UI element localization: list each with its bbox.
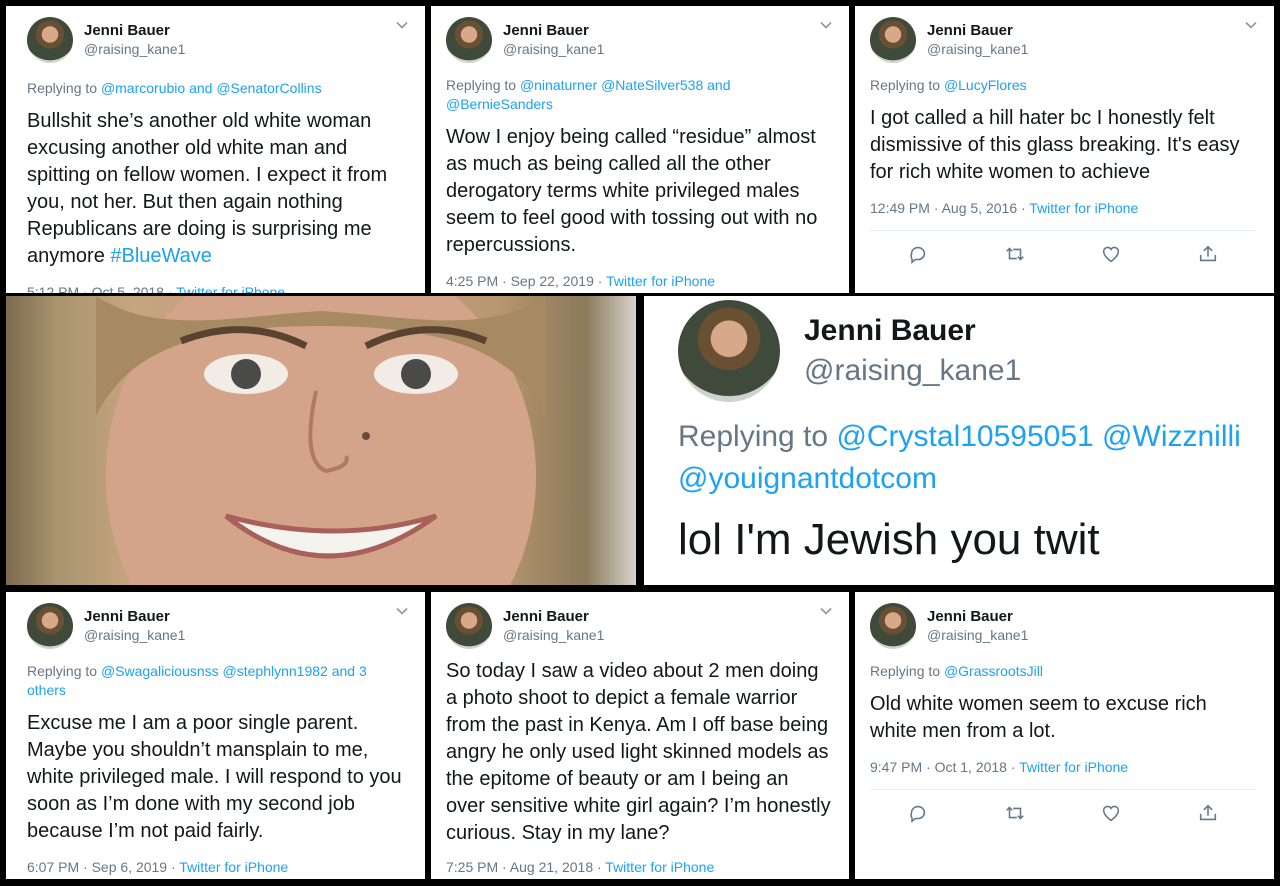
tweet-meta: 5:12 PM · Oct 5, 2018 · Twitter for iPho… [27, 284, 425, 293]
reply-mentions-line2[interactable]: @youignantdotcom [678, 458, 1274, 500]
divider [870, 789, 1256, 790]
reply-context: Replying to @ninaturner @NateSilver538 a… [446, 76, 849, 114]
author-name[interactable]: Jenni Bauer [804, 311, 1021, 351]
source-link[interactable]: Twitter for iPhone [179, 859, 288, 875]
reply-prefix: Replying to [678, 420, 829, 453]
author-name[interactable]: Jenni Bauer [84, 21, 185, 40]
tweet-header: Jenni Bauer @raising_kane1 [870, 602, 1274, 650]
reply-prefix: Replying to [870, 663, 941, 679]
timestamp[interactable]: 12:49 PM · Aug 5, 2016 · [870, 200, 1029, 216]
reply-context: Replying to @Crystal10595051 @Wizznilli … [678, 416, 1274, 500]
source-link[interactable]: Twitter for iPhone [606, 273, 715, 289]
author-name[interactable]: Jenni Bauer [84, 607, 185, 626]
tweet-card[interactable]: Jenni Bauer @raising_kane1 So today I sa… [431, 592, 849, 879]
avatar[interactable] [27, 603, 73, 649]
tweet-meta: 12:49 PM · Aug 5, 2016 · Twitter for iPh… [870, 200, 1274, 216]
tweet-header: Jenni Bauer @raising_kane1 [870, 16, 1274, 64]
timestamp[interactable]: 4:25 PM · Sep 22, 2019 · [446, 273, 606, 289]
chevron-down-icon[interactable] [819, 18, 833, 32]
avatar[interactable] [27, 17, 73, 63]
reply-prefix: Replying to [446, 77, 517, 93]
tweet-card[interactable]: Jenni Bauer @raising_kane1 Replying to @… [431, 6, 849, 293]
tweet-text: So today I saw a video about 2 men doing… [446, 660, 831, 844]
author-handle[interactable]: @raising_kane1 [804, 351, 1021, 391]
reply-prefix: Replying to [870, 77, 941, 93]
action-bar [870, 802, 1274, 824]
like-icon[interactable] [1100, 243, 1122, 265]
tweet-card[interactable]: Jenni Bauer @raising_kane1 Replying to @… [855, 6, 1274, 293]
profile-photo-closeup [6, 296, 636, 585]
tweet-text-content: Bullshit she’s another old white woman e… [27, 110, 388, 267]
tweet-meta: 7:25 PM · Aug 21, 2018 · Twitter for iPh… [446, 859, 849, 875]
timestamp[interactable]: 9:47 PM · Oct 1, 2018 · [870, 759, 1019, 775]
source-link[interactable]: Twitter for iPhone [1019, 759, 1128, 775]
divider [870, 230, 1256, 231]
source-link[interactable]: Twitter for iPhone [1029, 200, 1138, 216]
tweet-header: Jenni Bauer @raising_kane1 [27, 602, 425, 650]
timestamp[interactable]: 7:25 PM · Aug 21, 2018 · [446, 859, 605, 875]
reply-prefix: Replying to [27, 80, 98, 96]
avatar[interactable] [678, 300, 780, 402]
author-name[interactable]: Jenni Bauer [503, 607, 604, 626]
reply-mentions[interactable]: @LucyFlores [944, 77, 1027, 93]
tweet-meta: 9:47 PM · Oct 1, 2018 · Twitter for iPho… [870, 759, 1274, 775]
reply-context: Replying to @LucyFlores [870, 76, 1274, 95]
chevron-down-icon[interactable] [819, 604, 833, 618]
timestamp[interactable]: 6:07 PM · Sep 6, 2019 · [27, 859, 179, 875]
reply-prefix: Replying to [27, 663, 98, 679]
author-name[interactable]: Jenni Bauer [927, 21, 1028, 40]
share-icon[interactable] [1197, 802, 1219, 824]
avatar[interactable] [446, 603, 492, 649]
reply-context: Replying to @marcorubio and @SenatorColl… [27, 79, 425, 98]
author-handle[interactable]: @raising_kane1 [503, 626, 604, 645]
tweet-header: Jenni Bauer @raising_kane1 [678, 296, 1274, 406]
tweet-meta: 6:07 PM · Sep 6, 2019 · Twitter for iPho… [27, 859, 425, 875]
author-handle[interactable]: @raising_kane1 [84, 40, 185, 59]
avatar[interactable] [870, 603, 916, 649]
tweet-text: lol I'm Jewish you twit [678, 515, 1100, 564]
hashtag-link[interactable]: #BlueWave [110, 245, 212, 267]
author-handle[interactable]: @raising_kane1 [503, 40, 604, 59]
tweet-text: Bullshit she’s another old white woman e… [27, 108, 425, 270]
author-handle[interactable]: @raising_kane1 [927, 40, 1028, 59]
tweet-card[interactable]: Jenni Bauer @raising_kane1 Replying to @… [855, 592, 1274, 879]
share-icon[interactable] [1197, 243, 1219, 265]
tweet-header: Jenni Bauer @raising_kane1 [446, 16, 849, 64]
tweet-text: Old white women seem to excuse rich whit… [870, 693, 1207, 742]
tweet-meta: 4:25 PM · Sep 22, 2019 · Twitter for iPh… [446, 273, 849, 289]
reply-icon[interactable] [907, 243, 929, 265]
tweet-card[interactable]: Jenni Bauer @raising_kane1 Replying to @… [6, 592, 425, 879]
reply-context: Replying to @GrassrootsJill [870, 662, 1274, 681]
avatar[interactable] [870, 17, 916, 63]
reply-mentions[interactable]: @Crystal10595051 @Wizznilli [836, 420, 1240, 453]
tweet-header: Jenni Bauer @raising_kane1 [27, 16, 425, 64]
author-handle[interactable]: @raising_kane1 [927, 626, 1028, 645]
avatar[interactable] [446, 17, 492, 63]
source-link[interactable]: Twitter for iPhone [605, 859, 714, 875]
retweet-icon[interactable] [1004, 243, 1026, 265]
like-icon[interactable] [1100, 802, 1122, 824]
tweet-text: Wow I enjoy being called “residue” almos… [446, 126, 818, 256]
tweet-text: I got called a hill hater bc I honestly … [870, 107, 1240, 183]
chevron-down-icon[interactable] [395, 18, 409, 32]
reply-mentions[interactable]: @GrassrootsJill [944, 663, 1043, 679]
chevron-down-icon[interactable] [395, 604, 409, 618]
reply-context: Replying to @Swagaliciousnss @stephlynn1… [27, 662, 425, 700]
tweet-card[interactable]: Jenni Bauer @raising_kane1 Replying to @… [6, 6, 425, 293]
tweet-header: Jenni Bauer @raising_kane1 [446, 602, 849, 650]
reply-icon[interactable] [907, 802, 929, 824]
face-illustration [96, 296, 546, 585]
author-handle[interactable]: @raising_kane1 [84, 626, 185, 645]
source-link[interactable]: Twitter for iPhone [176, 284, 285, 293]
retweet-icon[interactable] [1004, 802, 1026, 824]
author-name[interactable]: Jenni Bauer [503, 21, 604, 40]
tweet-text: Excuse me I am a poor single parent. May… [27, 712, 402, 842]
author-name[interactable]: Jenni Bauer [927, 607, 1028, 626]
chevron-down-icon[interactable] [1244, 18, 1258, 32]
reply-mentions[interactable]: @marcorubio and @SenatorCollins [101, 80, 322, 96]
tweet-card-zoomed[interactable]: Jenni Bauer @raising_kane1 Replying to @… [644, 296, 1274, 585]
timestamp[interactable]: 5:12 PM · Oct 5, 2018 · [27, 284, 176, 293]
action-bar [870, 243, 1274, 265]
